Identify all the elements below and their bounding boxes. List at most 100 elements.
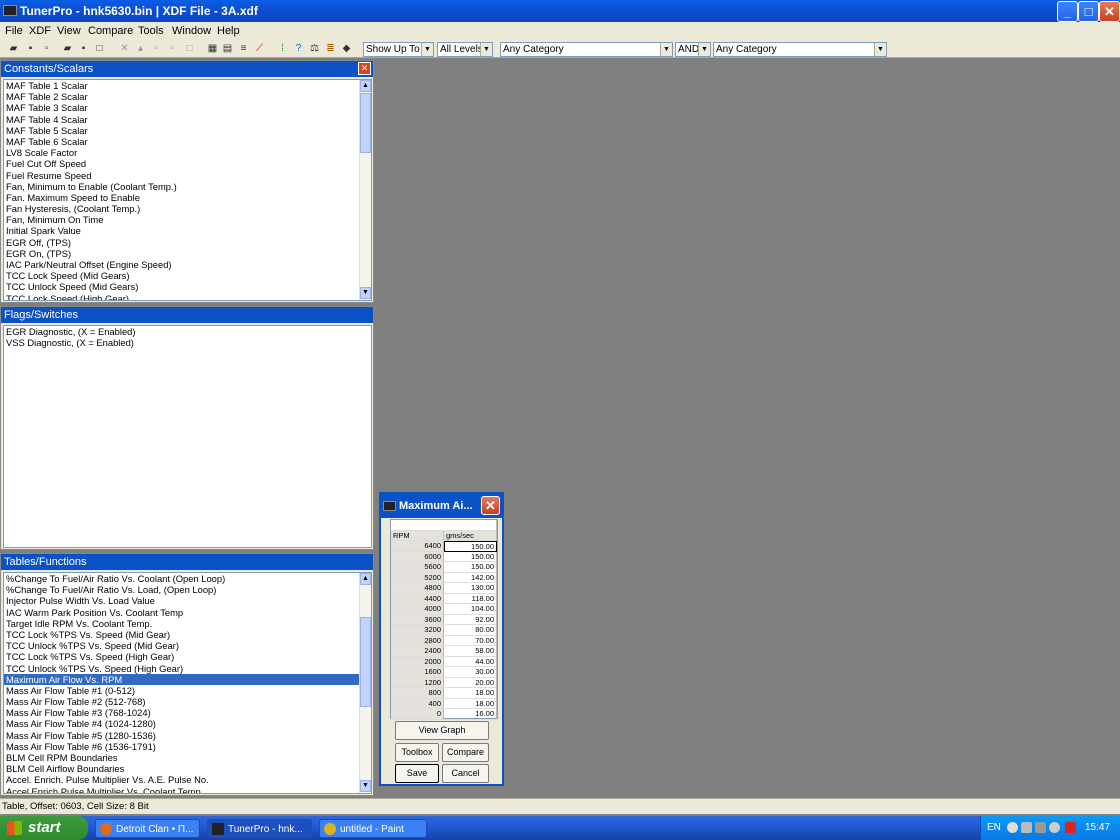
constants-list-item[interactable]: MAF Table 2 Scalar (4, 91, 371, 102)
constants-list-item[interactable]: EGR Off, (TPS) (4, 237, 371, 248)
constants-list-item[interactable]: MAF Table 5 Scalar (4, 125, 371, 136)
tables-list-item[interactable]: Injector Pulse Width Vs. Load Value (4, 595, 371, 606)
flags-list-item[interactable]: EGR Diagnostic, (X = Enabled) (4, 326, 371, 337)
tables-list[interactable]: %Change To Fuel/Air Ratio Vs. Coolant (O… (3, 572, 372, 794)
start-button[interactable]: start (0, 816, 88, 840)
scroll-down-icon[interactable]: ▼ (360, 287, 371, 299)
tables-list-item[interactable]: Mass Air Flow Table #5 (1280-1536) (4, 730, 371, 741)
tables-list-item[interactable]: Accel. Enrich. Pulse Multiplier Vs. A.E.… (4, 774, 371, 785)
grid-value-cell[interactable]: 150.00 (444, 562, 497, 573)
constants-list-item[interactable]: Fan, Minimum On Time (4, 214, 371, 225)
grid-value-cell[interactable]: 80.00 (444, 625, 497, 636)
compare-button[interactable]: Compare (442, 743, 489, 762)
tables-scrollbar[interactable]: ▲ ▼ (359, 573, 371, 793)
constants-list-item[interactable]: TCC Lock Speed (High Gear) (4, 293, 371, 300)
antivirus-icon[interactable] (1065, 822, 1076, 833)
cancel-button[interactable]: Cancel (442, 764, 489, 783)
menu-help[interactable]: Help (217, 25, 240, 37)
scroll-down-icon[interactable]: ▼ (360, 780, 371, 792)
open-icon[interactable]: ▰ (8, 43, 19, 54)
constants-list[interactable]: MAF Table 1 Scalar MAF Table 2 Scalar MAF … (3, 79, 372, 301)
grid-value-cell[interactable]: 142.00 (444, 572, 497, 583)
tables-list-item[interactable]: IAC Warm Park Position Vs. Coolant Temp (4, 607, 371, 618)
tray-app-icon[interactable] (1049, 822, 1060, 833)
balance-icon[interactable]: ⚖ (309, 43, 320, 54)
close-icon[interactable]: ✕ (358, 62, 371, 75)
levels-combo[interactable]: All Levels ▼ (437, 42, 493, 57)
scroll-up-icon[interactable]: ▲ (360, 573, 371, 585)
tool-c-icon[interactable]: ▫ (167, 43, 178, 54)
menu-file[interactable]: File (5, 25, 23, 37)
constants-list-item[interactable]: IAC Park/Neutral Offset (Engine Speed) (4, 259, 371, 270)
flags-list-item[interactable]: VSS Diagnostic, (X = Enabled) (4, 337, 371, 348)
stack-icon[interactable]: ≣ (325, 43, 336, 54)
table-grid[interactable]: RPM gms/sec 6400 150.00 6000 150.00 5600 150.… (390, 519, 498, 720)
show-up-to-combo[interactable]: Show Up To ▼ (363, 42, 434, 57)
menu-compare[interactable]: Compare (88, 25, 133, 37)
tables-list-item[interactable]: TCC Unlock %TPS Vs. Speed (Mid Gear) (4, 640, 371, 651)
tables-list-item[interactable]: BLM Cell RPM Boundaries (4, 752, 371, 763)
grid-value-cell[interactable]: 30.00 (444, 667, 497, 678)
task-tunerpro[interactable]: TunerPro - hnk... (207, 819, 312, 838)
tables-list-item[interactable]: TCC Lock %TPS Vs. Speed (High Gear) (4, 651, 371, 662)
speaker-icon[interactable] (1035, 822, 1046, 833)
constants-list-item[interactable]: LV8 Scale Factor (4, 147, 371, 158)
save-xdf-icon[interactable]: ▪ (78, 43, 89, 54)
constants-list-item[interactable]: Initial Spark Value (4, 225, 371, 236)
tool-a-icon[interactable]: ▴ (135, 43, 146, 54)
constants-list-item[interactable]: Fan. Maximum Speed to Enable (4, 192, 371, 203)
constants-list-item[interactable]: Fan Hysteresis, (Coolant Temp.) (4, 203, 371, 214)
table2-icon[interactable]: ▤ (222, 43, 233, 54)
cut-icon[interactable]: ✕ (119, 43, 130, 54)
minimize-button[interactable]: _ (1057, 1, 1078, 22)
constants-list-item[interactable]: TCC Unlock Speed (Mid Gears) (4, 281, 371, 292)
scroll-thumb[interactable] (360, 93, 371, 153)
constants-scrollbar[interactable]: ▲ ▼ (359, 80, 371, 300)
grid-value-cell[interactable]: 58.00 (444, 646, 497, 657)
tables-list-item[interactable]: Mass Air Flow Table #6 (1536-1791) (4, 741, 371, 752)
view-graph-button[interactable]: View Graph (395, 721, 489, 740)
tables-list-item[interactable]: TCC Unlock %TPS Vs. Speed (High Gear) (4, 663, 371, 674)
tables-list-item[interactable]: Mass Air Flow Table #3 (768-1024) (4, 707, 371, 718)
toolbox-button[interactable]: Toolbox (395, 743, 439, 762)
tables-list-item[interactable]: %Change To Fuel/Air Ratio Vs. Load, (Ope… (4, 584, 371, 595)
and-combo[interactable]: AND ▼ (675, 42, 711, 57)
task-paint[interactable]: untitled - Paint (319, 819, 427, 838)
grid-value-cell[interactable]: 70.00 (444, 635, 497, 646)
save-button[interactable]: Save (395, 764, 439, 783)
grid-value-cell[interactable]: 16.00 (444, 709, 497, 720)
new-icon[interactable]: □ (94, 43, 105, 54)
close-button[interactable]: ✕ (1099, 1, 1120, 22)
list-icon[interactable]: ≡ (238, 43, 249, 54)
tool-d-icon[interactable]: □ (184, 43, 195, 54)
constants-list-item[interactable]: MAF Table 3 Scalar (4, 102, 371, 113)
dialog-title-bar[interactable]: Maximum Ai... ✕ (381, 494, 502, 518)
grid-value-cell[interactable]: 150.00 (444, 551, 497, 562)
constants-list-item[interactable]: Fan, Minimum to Enable (Coolant Temp.) (4, 181, 371, 192)
tables-list-item[interactable]: Maximum Air Flow Vs. RPM (4, 673, 371, 685)
tables-list-item[interactable]: Accel Enrich Pulse Multiplier Vs. Coolan… (4, 786, 371, 793)
grid-value-cell[interactable]: 130.00 (444, 583, 497, 594)
grid-value-cell[interactable]: 118.00 (444, 593, 497, 604)
menu-view[interactable]: View (57, 25, 81, 37)
constants-list-item[interactable]: MAF Table 6 Scalar (4, 136, 371, 147)
category-combo-1[interactable]: Any Category ▼ (500, 42, 673, 57)
open-xdf-icon[interactable]: ▰ (62, 43, 73, 54)
menu-xdf[interactable]: XDF (29, 25, 51, 37)
tool-b-icon[interactable]: ▫ (151, 43, 162, 54)
tables-list-item[interactable]: TCC Lock %TPS Vs. Speed (Mid Gear) (4, 629, 371, 640)
scroll-up-icon[interactable]: ▲ (360, 80, 371, 92)
grid-value-cell[interactable]: 150.00 (444, 541, 497, 552)
grid-value-cell[interactable]: 44.00 (444, 656, 497, 667)
grid-value-cell[interactable]: 92.00 (444, 614, 497, 625)
maximize-button[interactable]: □ (1078, 1, 1099, 22)
gauge-icon[interactable]: ⁞ (277, 43, 288, 54)
table-icon[interactable]: ▦ (207, 43, 218, 54)
category-combo-2[interactable]: Any Category ▼ (713, 42, 887, 57)
constants-list-item[interactable]: TCC Lock Speed (Mid Gears) (4, 270, 371, 281)
help-icon[interactable]: ? (293, 43, 304, 54)
menu-window[interactable]: Window (172, 25, 211, 37)
steam-icon[interactable] (1021, 822, 1032, 833)
tables-list-item[interactable]: BLM Cell Airflow Boundaries (4, 763, 371, 774)
network-icon[interactable] (1007, 822, 1018, 833)
